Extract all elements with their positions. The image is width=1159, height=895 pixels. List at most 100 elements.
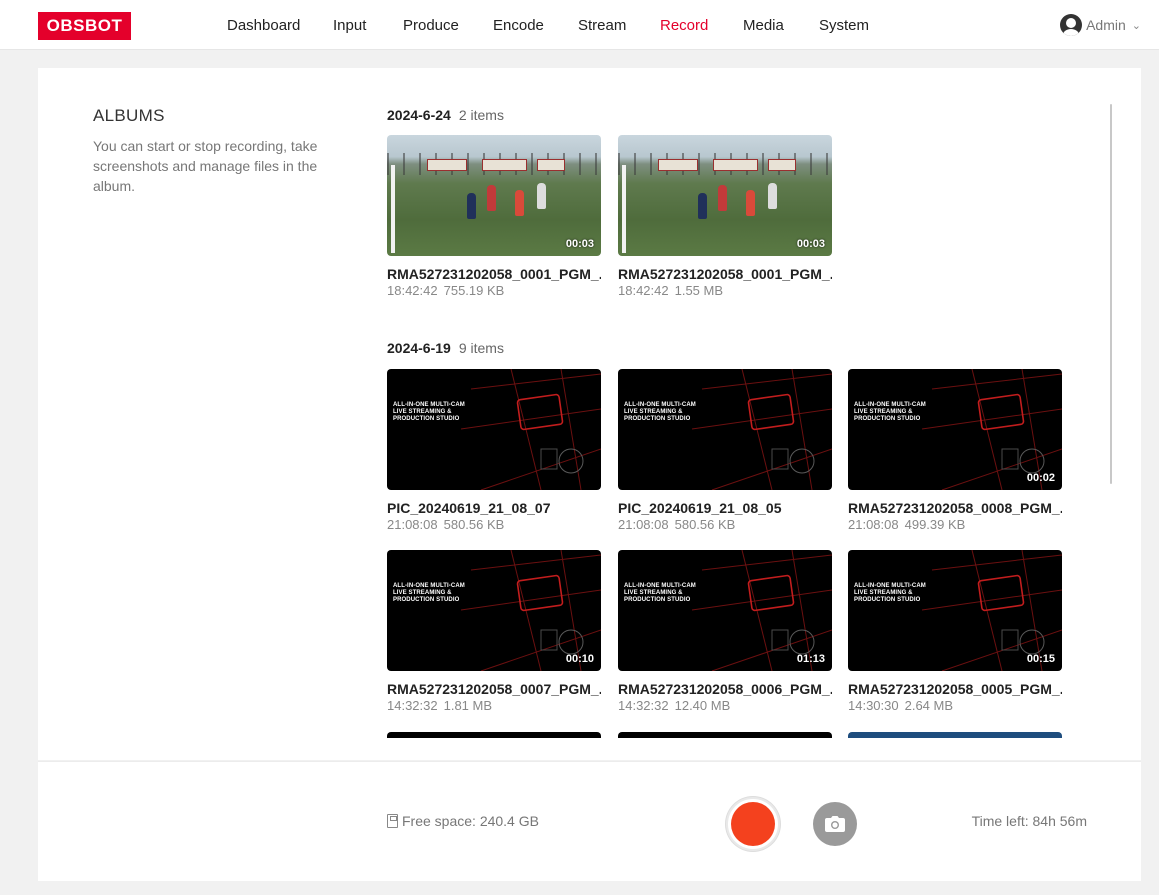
group-date: 2024-6-24 [387,107,451,123]
media-tile-partial[interactable] [618,732,832,738]
file-meta: 14:32:32 1.81 MB [387,698,601,713]
promo-line: PRODUCTION STUDIO [624,416,691,422]
file-size: 12.40 MB [674,698,731,713]
top-navbar: OBSBOT Dashboard Input Produce Encode St… [0,0,1159,50]
image-thumbnail[interactable]: ALL-IN-ONE MULTI-CAM LIVE STREAMING & PR… [387,369,601,490]
thumb-banner [658,159,698,171]
file-size: 499.39 KB [904,517,966,532]
promo-graphic [460,369,601,490]
media-tile[interactable]: ALL-IN-ONE MULTI-CAM LIVE STREAMING & PR… [618,369,832,532]
promo-line: ALL-IN-ONE MULTI-CAM [624,583,696,589]
gallery-scrollbar[interactable] [1110,104,1112,484]
nav-item-system[interactable]: System [819,17,869,34]
file-size: 1.81 MB [443,698,493,713]
nav-item-media[interactable]: Media [743,17,784,34]
promo-line: ALL-IN-ONE MULTI-CAM [393,583,465,589]
nav-item-stream[interactable]: Stream [578,17,626,34]
video-thumbnail[interactable]: ALL-IN-ONE MULTI-CAM LIVE STREAMING & PR… [618,550,832,671]
media-tile[interactable]: 00:03 RMA527231202058_0001_PGM_... 18:42… [387,135,601,298]
user-menu[interactable]: Admin ⌄ [1060,14,1141,36]
file-name: PIC_20240619_21_08_05 [618,500,782,516]
promo-line: PRODUCTION STUDIO [393,416,460,422]
file-size: 755.19 KB [443,283,505,298]
video-duration: 01:13 [796,653,825,665]
screenshot-button[interactable] [813,802,857,846]
file-meta: 14:32:32 12.40 MB [618,698,832,713]
thumb-player [487,185,496,211]
media-tile[interactable]: ALL-IN-ONE MULTI-CAM LIVE STREAMING & PR… [387,369,601,532]
promo-line: LIVE STREAMING & [393,409,452,415]
video-duration: 00:03 [565,238,594,250]
thumb-banner [427,159,467,171]
file-time: 18:42:42 [387,283,438,298]
media-tile-partial[interactable] [848,732,1062,738]
obsbot-logo[interactable]: OBSBOT [38,12,131,40]
video-thumbnail[interactable]: ALL-IN-ONE MULTI-CAM LIVE STREAMING & PR… [848,369,1062,490]
file-name: RMA527231202058_0006_PGM_... [618,681,832,697]
media-tile[interactable]: 00:03 RMA527231202058_0001_PGM_... 18:42… [618,135,832,298]
nav-item-dashboard[interactable]: Dashboard [227,17,300,34]
video-thumbnail[interactable]: 00:03 [387,135,601,256]
promo-caption: ALL-IN-ONE MULTI-CAM LIVE STREAMING & PR… [393,583,465,604]
thumb-player [515,190,524,216]
free-space-indicator: Free space: 240.4 GB [387,813,539,829]
media-gallery[interactable]: 2024-6-24 2 items 00:03 RMA527231202058_0… [387,68,1107,738]
file-size: 1.55 MB [674,283,724,298]
group-date: 2024-6-19 [387,340,451,356]
media-tile[interactable]: ALL-IN-ONE MULTI-CAM LIVE STREAMING & PR… [848,550,1062,713]
file-time: 18:42:42 [618,283,669,298]
nav-item-input[interactable]: Input [333,17,366,34]
storage-icon [387,814,398,828]
video-duration: 00:10 [565,653,594,665]
video-thumbnail[interactable]: 00:03 [618,135,832,256]
file-time: 14:32:32 [618,698,669,713]
video-duration: 00:02 [1026,472,1055,484]
nav-item-produce[interactable]: Produce [403,17,459,34]
record-button[interactable] [726,797,780,851]
thumb-player [698,193,707,219]
nav-item-record[interactable]: Record [660,17,708,34]
thumb-player [718,185,727,211]
promo-caption: ALL-IN-ONE MULTI-CAM LIVE STREAMING & PR… [624,583,696,604]
file-name: RMA527231202058_0007_PGM_... [387,681,601,697]
promo-caption: ALL-IN-ONE MULTI-CAM LIVE STREAMING & PR… [854,583,926,604]
file-meta: 18:42:42 1.55 MB [618,283,832,298]
promo-line: PRODUCTION STUDIO [854,597,921,603]
promo-line: PRODUCTION STUDIO [393,597,460,603]
thumb-banner [713,159,758,171]
media-tile[interactable]: ALL-IN-ONE MULTI-CAM LIVE STREAMING & PR… [618,550,832,713]
image-thumbnail[interactable]: ALL-IN-ONE MULTI-CAM LIVE STREAMING & PR… [618,369,832,490]
video-thumbnail[interactable]: ALL-IN-ONE MULTI-CAM LIVE STREAMING & PR… [387,550,601,671]
video-duration: 00:15 [1026,653,1055,665]
file-name: RMA527231202058_0005_PGM_... [848,681,1062,697]
promo-line: ALL-IN-ONE MULTI-CAM [393,402,465,408]
albums-description: You can start or stop recording, take sc… [93,138,318,194]
chevron-down-icon: ⌄ [1131,19,1141,32]
promo-line: LIVE STREAMING & [624,409,683,415]
camera-icon [825,816,845,832]
thumb-player [746,190,755,216]
file-meta: 21:08:08 499.39 KB [848,517,1062,532]
thumb-player [467,193,476,219]
nav-item-encode[interactable]: Encode [493,17,544,34]
promo-graphic [691,369,832,490]
promo-line: ALL-IN-ONE MULTI-CAM [854,402,926,408]
free-space-text: Free space: 240.4 GB [402,813,539,829]
file-size: 580.56 KB [674,517,736,532]
promo-line: LIVE STREAMING & [854,590,913,596]
thumb-player [537,183,546,209]
file-name: RMA527231202058_0008_PGM_... [848,500,1062,516]
media-tile[interactable]: ALL-IN-ONE MULTI-CAM LIVE STREAMING & PR… [387,550,601,713]
file-name: RMA527231202058_0001_PGM_... [387,266,601,282]
thumb-banner [768,159,796,171]
video-thumbnail[interactable]: ALL-IN-ONE MULTI-CAM LIVE STREAMING & PR… [848,550,1062,671]
promo-line: PRODUCTION STUDIO [854,416,921,422]
group-count: 9 items [458,340,504,356]
promo-line: ALL-IN-ONE MULTI-CAM [854,583,926,589]
albums-title: ALBUMS [93,106,165,125]
media-tile-partial[interactable] [387,732,601,738]
file-meta: 21:08:08 580.56 KB [387,517,601,532]
record-controls-bar: Free space: 240.4 GB Time left: 84h 56m [38,761,1141,881]
file-name: RMA527231202058_0001_PGM_... [618,266,832,282]
media-tile[interactable]: ALL-IN-ONE MULTI-CAM LIVE STREAMING & PR… [848,369,1062,532]
